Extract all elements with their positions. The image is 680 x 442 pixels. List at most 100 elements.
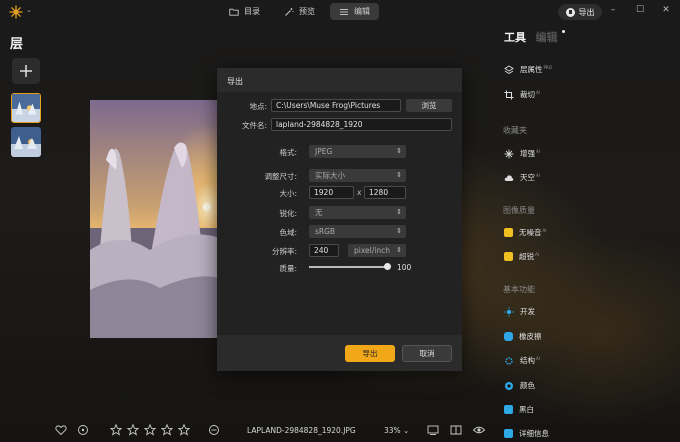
- tab-preview[interactable]: 预览: [275, 3, 324, 20]
- sliders-icon: [340, 8, 348, 15]
- app-logo-icon[interactable]: [9, 5, 23, 19]
- star-5-icon[interactable]: [178, 424, 190, 436]
- star-2-icon[interactable]: [127, 424, 139, 436]
- section-favorites-title: 收藏夹: [503, 126, 527, 135]
- tool-structure-label: 结构: [520, 356, 535, 365]
- add-layer-button[interactable]: [12, 58, 40, 84]
- enhance-icon: [504, 149, 514, 158]
- tool-layer-properties-label: 层属性: [520, 65, 543, 74]
- compare-icon[interactable]: [427, 424, 439, 436]
- cloud-icon: [504, 174, 514, 181]
- tool-badge: AI: [536, 89, 540, 95]
- tool-badge: AI: [542, 227, 547, 233]
- eraser-icon: [504, 332, 513, 341]
- tool-color-label: 颜色: [520, 381, 535, 390]
- dialog-title: 导出: [227, 77, 243, 86]
- width-input[interactable]: 1920: [309, 186, 354, 199]
- colorspace-select[interactable]: sRGB ⇕: [309, 225, 406, 238]
- eye-icon[interactable]: [473, 424, 485, 436]
- resolution-label: 分辨率:: [271, 247, 297, 256]
- location-label: 地点:: [249, 102, 267, 111]
- tool-develop-label: 开发: [520, 307, 535, 316]
- format-label: 格式:: [279, 148, 297, 157]
- resolution-input[interactable]: 240: [309, 244, 339, 257]
- layer-thumbnail-1[interactable]: [11, 93, 41, 123]
- resize-select[interactable]: 实际大小 ⇕: [309, 169, 406, 182]
- dialog-cancel-button[interactable]: 取消: [402, 345, 452, 362]
- split-view-icon[interactable]: [450, 424, 462, 436]
- app-menu-chevron-icon[interactable]: ⌄: [26, 6, 32, 14]
- bw-icon: [504, 405, 513, 414]
- heart-icon[interactable]: [55, 424, 67, 436]
- star-4-icon[interactable]: [161, 424, 173, 436]
- plus-icon: [20, 65, 32, 77]
- export-button-top[interactable]: 导出: [558, 4, 602, 20]
- tool-sky-label: 天空: [520, 173, 535, 182]
- tool-details-label: 详细信息: [519, 429, 549, 438]
- browse-button[interactable]: 浏览: [406, 99, 452, 112]
- view-tabs: 目录 预览 编辑: [220, 3, 379, 20]
- sharpen-select-value: 无: [315, 208, 323, 217]
- layer-properties-icon: [504, 64, 514, 74]
- bottom-bar: LAPLAND-2984828_1920.JPG 33% ⌄: [0, 421, 500, 439]
- layers-title: 层: [10, 37, 24, 52]
- resolution-unit-select[interactable]: pixel/inch ⇕: [348, 244, 406, 257]
- tab-preview-label: 预览: [299, 7, 315, 16]
- tool-crop-label: 裁切: [520, 90, 535, 99]
- quality-label: 质量:: [279, 264, 297, 273]
- sharpen-select[interactable]: 无 ⇕: [309, 206, 406, 219]
- filename-input[interactable]: lapland-2984828_1920: [271, 118, 452, 131]
- chevron-updown-icon: ⇕: [396, 227, 402, 235]
- tool-bw[interactable]: 黑白: [504, 404, 534, 415]
- export-dialog: 导出 地点: C:\Users\Muse Frog\Pictures 浏览 文件…: [217, 68, 462, 371]
- tool-structure[interactable]: 结构AI: [504, 355, 540, 366]
- star-3-icon[interactable]: [144, 424, 156, 436]
- tab-tools[interactable]: 工具: [504, 31, 526, 44]
- section-basic-title: 基本功能: [503, 285, 535, 294]
- tool-sky[interactable]: 天空AI: [504, 172, 540, 183]
- colorspace-label: 色域:: [279, 228, 297, 237]
- close-icon[interactable]: ✕: [660, 5, 672, 15]
- tool-color[interactable]: 颜色: [504, 380, 535, 391]
- quality-slider-track[interactable]: [309, 266, 387, 268]
- star-1-icon[interactable]: [110, 424, 122, 436]
- tool-supersharp[interactable]: 超锐AI: [504, 251, 539, 262]
- layer-thumbnail-2[interactable]: [11, 127, 41, 157]
- details-icon: [504, 429, 513, 438]
- chevron-updown-icon: ⇕: [396, 208, 402, 216]
- location-input[interactable]: C:\Users\Muse Frog\Pictures: [271, 99, 401, 112]
- maximize-icon[interactable]: ☐: [634, 5, 646, 15]
- tool-badge: PRO: [543, 64, 552, 70]
- canvas-photo[interactable]: [90, 100, 225, 338]
- section-image-quality-title: 图像质量: [503, 206, 535, 215]
- size-separator: x: [357, 188, 362, 197]
- tool-enhance[interactable]: 增强AI: [504, 148, 540, 159]
- zoom-level[interactable]: 33% ⌄: [384, 426, 409, 435]
- reject-icon[interactable]: [77, 424, 89, 436]
- height-input[interactable]: 1280: [364, 186, 406, 199]
- chevron-updown-icon: ⇕: [396, 246, 402, 254]
- dialog-export-button[interactable]: 导出: [345, 345, 395, 362]
- denoise-icon: [504, 228, 513, 237]
- tool-eraser[interactable]: 橡皮擦: [504, 331, 542, 342]
- tool-develop[interactable]: 开发: [504, 306, 535, 317]
- crop-icon: [504, 90, 514, 99]
- filename-label: 文件名:: [241, 121, 267, 130]
- clear-rating-icon[interactable]: [208, 424, 220, 436]
- format-select[interactable]: JPEG ⇕: [309, 145, 406, 158]
- tab-edit-panel[interactable]: 编辑: [536, 31, 558, 44]
- structure-icon: [505, 356, 513, 365]
- minimize-icon[interactable]: –: [607, 5, 619, 15]
- quality-slider-handle[interactable]: [384, 263, 391, 270]
- color-icon: [505, 381, 513, 390]
- top-bar: ⌄ 目录 预览 编辑 导出 – ☐ ✕: [0, 0, 680, 24]
- tab-catalog[interactable]: 目录: [220, 3, 269, 20]
- notification-dot: [562, 30, 565, 33]
- tool-layer-properties[interactable]: 层属性PRO: [504, 64, 552, 75]
- tool-denoise[interactable]: 无噪音AI: [504, 227, 546, 238]
- tab-edit[interactable]: 编辑: [330, 3, 379, 20]
- format-select-value: JPEG: [315, 147, 333, 156]
- tool-crop[interactable]: 裁切AI: [504, 89, 540, 100]
- tool-details[interactable]: 详细信息: [504, 428, 549, 439]
- chevron-updown-icon: ⇕: [396, 171, 402, 179]
